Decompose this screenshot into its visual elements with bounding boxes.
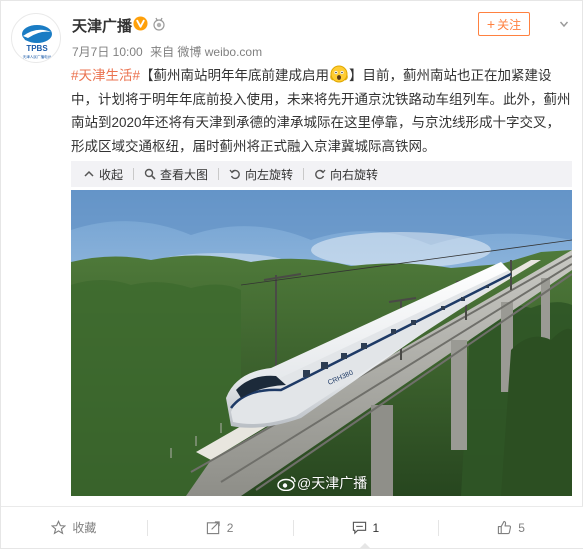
rotate-left-button[interactable]: 向左旋转: [229, 166, 293, 183]
repost-button[interactable]: 2: [146, 507, 293, 548]
photo-watermark: @天津广播: [277, 473, 367, 493]
comment-icon: [352, 521, 366, 535]
like-button[interactable]: 5: [438, 507, 583, 548]
toolbar-divider: [303, 168, 305, 180]
rotate-right-label: 向右旋转: [330, 167, 379, 182]
post-date[interactable]: 7月7日 10:00: [72, 45, 143, 59]
view-large-label: 查看大图: [160, 167, 209, 182]
toolbar-divider: [133, 168, 135, 180]
medal-icon[interactable]: [152, 17, 166, 31]
comment-count: 1: [372, 520, 380, 535]
thumbs-up-icon: [498, 520, 512, 535]
share-icon: [206, 521, 220, 535]
action-bar: 收藏 2 1 5: [1, 506, 583, 549]
author-name[interactable]: 天津广播: [72, 15, 132, 36]
avatar-brand: TPBS: [26, 44, 48, 53]
tpbs-logo-icon: TPBS 天津人民广播电台: [22, 25, 52, 59]
favorite-label: 收藏: [72, 521, 97, 535]
magnifier-icon: [144, 168, 156, 180]
weibo-logo-icon: [277, 476, 296, 491]
post-source[interactable]: 来自 微博 weibo.com: [150, 45, 262, 59]
author-avatar[interactable]: TPBS 天津人民广播电台: [11, 13, 61, 63]
chevron-down-icon[interactable]: [559, 19, 569, 29]
post-text: #天津生活#【蓟州南站明年年底前建成启用 】目前，蓟州南站也正在加紧建设中，计划将…: [71, 64, 571, 158]
collapse-arrow-icon: [84, 170, 94, 177]
star-icon: [51, 520, 67, 535]
hashtag-link[interactable]: #天津生活#: [71, 68, 140, 83]
collapse-label: 收起: [99, 167, 124, 182]
post-meta: 7月7日 10:00 来自 微博 weibo.com: [72, 43, 266, 60]
collapse-button[interactable]: 收起: [83, 166, 123, 183]
train-photo-image: CRH380: [71, 190, 572, 496]
plus-icon: +: [486, 16, 496, 32]
weibo-post-card: TPBS 天津人民广播电台 天津广播 7月7日 10:00 来自 微博 weib…: [0, 0, 583, 549]
watermark-text: @天津广播: [297, 475, 368, 491]
rotate-right-icon: [315, 169, 326, 180]
follow-label: 关注: [497, 17, 522, 32]
comment-button[interactable]: 1: [292, 507, 439, 549]
view-large-button[interactable]: 查看大图: [144, 166, 208, 183]
verified-v-icon: [133, 16, 148, 31]
follow-button[interactable]: + 关注: [478, 12, 530, 36]
rotate-left-label: 向左旋转: [245, 167, 294, 182]
rotate-left-icon: [229, 169, 240, 180]
scared-face-emoji-icon: [330, 65, 348, 83]
toolbar-divider: [218, 168, 220, 180]
favorite-button[interactable]: 收藏: [1, 507, 147, 548]
like-count: 5: [518, 520, 525, 535]
post-title: 【蓟州南站明年年底前建成启用: [140, 68, 330, 83]
avatar-subtitle: 天津人民广播电台: [23, 54, 52, 59]
repost-count: 2: [226, 520, 234, 535]
rotate-right-button[interactable]: 向右旋转: [314, 166, 378, 183]
image-toolbar: 收起 查看大图 向左旋转 向右旋转: [71, 161, 572, 187]
post-photo[interactable]: CRH380: [71, 190, 572, 496]
